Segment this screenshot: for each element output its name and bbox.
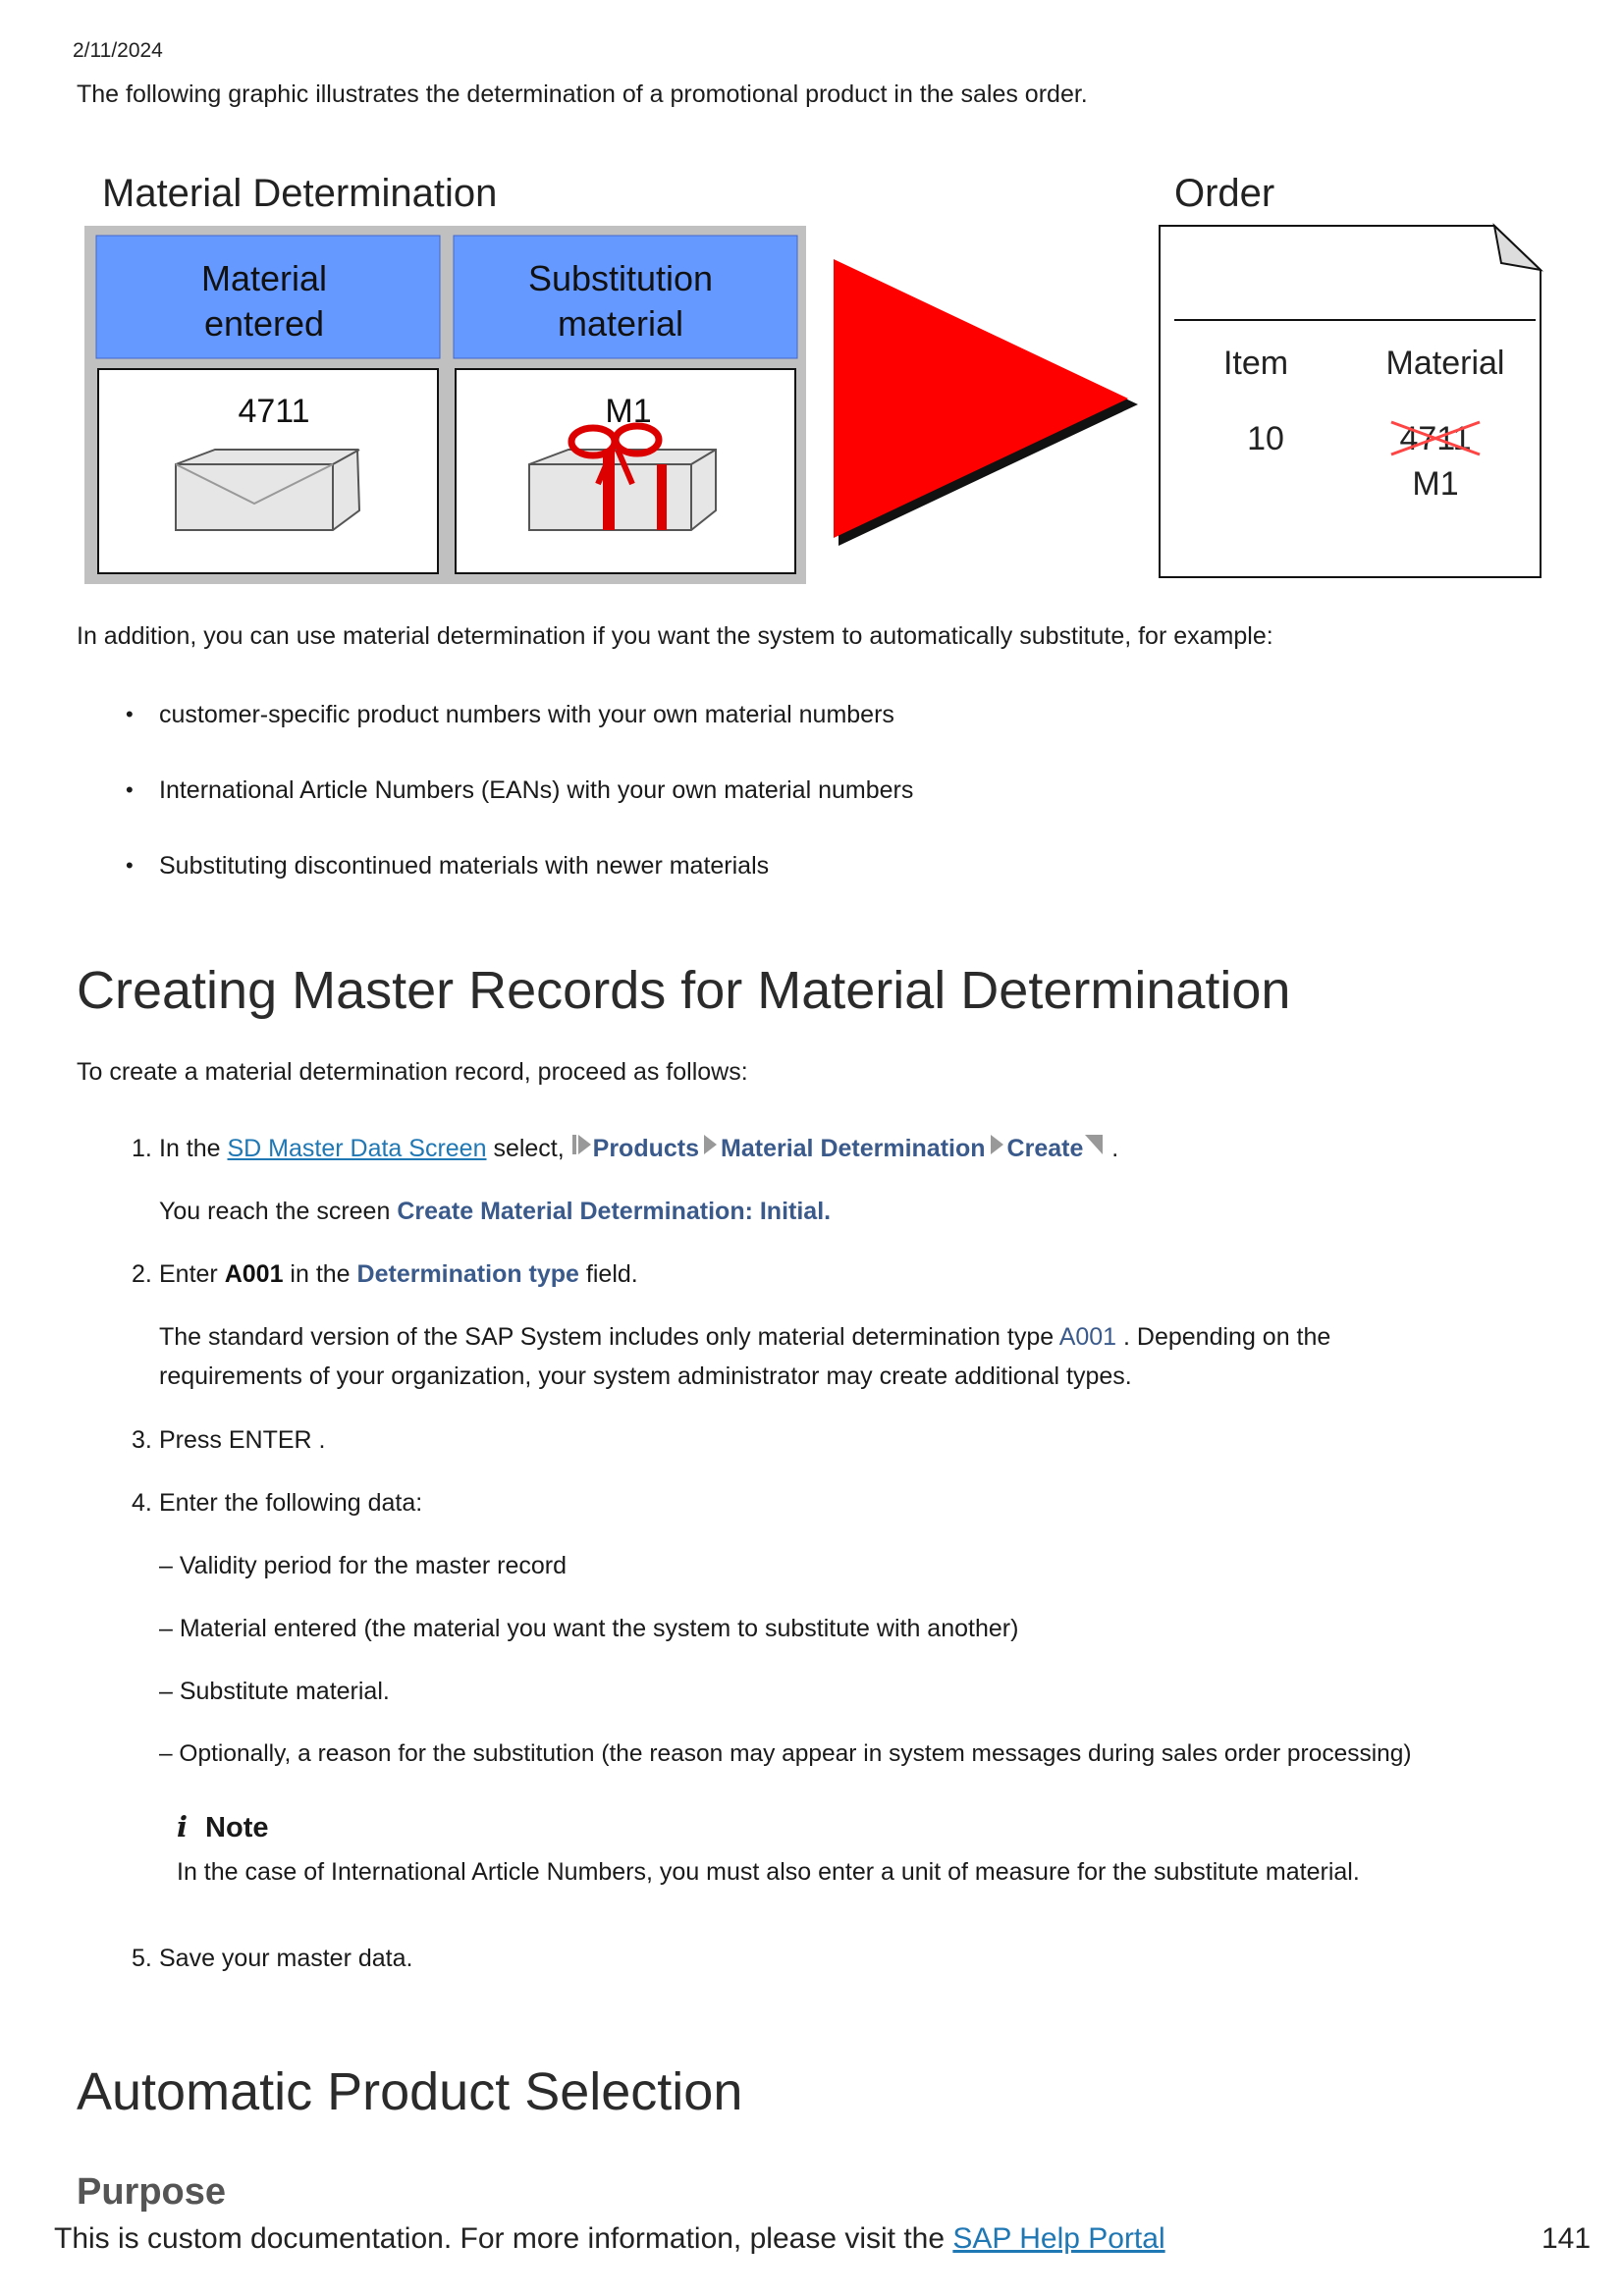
sd-master-data-link[interactable]: SD Master Data Screen: [228, 1135, 487, 1162]
svg-text:Substitution: Substitution: [528, 258, 713, 298]
red-arrow-icon: [834, 259, 1128, 538]
menu-path-create[interactable]: Create: [1007, 1135, 1084, 1162]
svg-text:M1: M1: [1412, 465, 1458, 503]
example-list: customer-specific product numbers with y…: [126, 695, 913, 922]
intro-text: The following graphic illustrates the de…: [77, 80, 1088, 108]
step-4: 4. Enter the following data:: [132, 1489, 423, 1517]
subheading-purpose: Purpose: [77, 2171, 227, 2213]
footer: This is custom documentation. For more i…: [54, 2222, 1165, 2255]
list-item: customer-specific product numbers with y…: [126, 695, 913, 771]
svg-text:Material: Material: [1386, 345, 1505, 382]
list-item: International Article Numbers (EANs) wit…: [126, 771, 913, 846]
procedure-steps: 1. In the SD Master Data Screen select, …: [132, 1129, 1565, 2002]
order-document: [1159, 225, 1542, 578]
material-determination-figure: Material Determination Material entered …: [82, 165, 1555, 587]
order-title: Order: [1174, 172, 1274, 215]
svg-text:Material: Material: [201, 258, 327, 298]
note-text: In the case of International Article Num…: [177, 1858, 1360, 1886]
step-1: 1. In the SD Master Data Screen select, …: [132, 1129, 1565, 1192]
menu-path-material-determination[interactable]: Material Determination: [721, 1135, 986, 1162]
list-item: – Optionally, a reason for the substitut…: [159, 1740, 1412, 1767]
step-5: 5. Save your master data.: [132, 1945, 413, 1972]
package-icon: [175, 449, 361, 531]
path-separator-icon: [986, 1130, 1007, 1169]
section-lead: To create a material determination recor…: [77, 1058, 748, 1086]
determination-type-field: Determination type: [356, 1260, 579, 1288]
list-item: – Substitute material.: [159, 1678, 390, 1705]
screen-name: Create Material Determination: Initial.: [397, 1198, 832, 1225]
list-item: – Validity period for the master record: [159, 1552, 568, 1579]
path-separator-icon: [699, 1130, 721, 1169]
figure-graphic: Material Determination Material entered …: [84, 172, 1544, 584]
svg-text:4711: 4711: [238, 393, 309, 430]
sap-help-portal-link[interactable]: SAP Help Portal: [952, 2222, 1164, 2255]
svg-text:Item: Item: [1223, 345, 1288, 382]
svg-text:entered: entered: [204, 303, 324, 344]
addition-text: In addition, you can use material determ…: [77, 622, 1273, 650]
menu-path-products[interactable]: Products: [593, 1135, 699, 1162]
step-3: 3. Press ENTER .: [132, 1426, 326, 1454]
note-box: i Note: [177, 1810, 269, 1843]
section-heading-automatic: Automatic Product Selection: [77, 2062, 743, 2121]
list-item: Substituting discontinued materials with…: [126, 846, 913, 922]
print-date: 2/11/2024: [73, 39, 163, 62]
svg-text:material: material: [558, 303, 683, 344]
svg-text:10: 10: [1247, 420, 1284, 457]
figure-left-title: Material Determination: [102, 172, 497, 215]
step-2: 2. Enter A001 in the Determination type …: [132, 1260, 638, 1288]
list-item: – Material entered (the material you wan…: [159, 1615, 1019, 1642]
section-heading-creating: Creating Master Records for Material Det…: [77, 961, 1291, 1020]
path-start-icon: [571, 1130, 593, 1169]
page-number: 141: [1542, 2222, 1592, 2255]
path-end-icon: [1083, 1130, 1105, 1169]
info-icon: i: [177, 1810, 189, 1843]
